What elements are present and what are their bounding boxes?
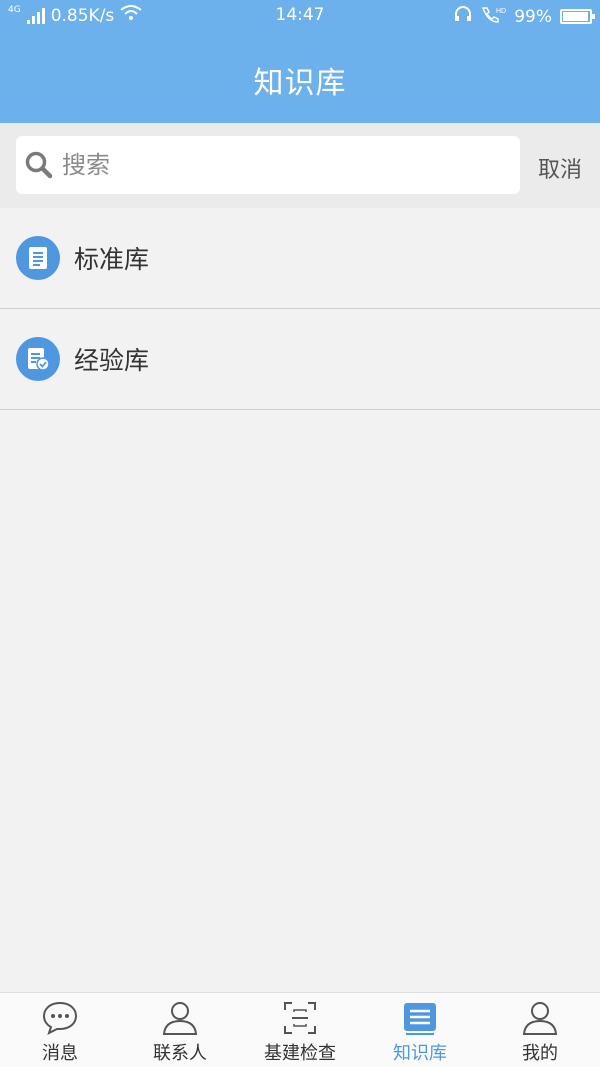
cancel-button[interactable]: 取消	[538, 152, 582, 184]
checked-document-icon	[16, 337, 60, 381]
bottom-tab-bar: 消息 联系人 基建检查 知识库 我的	[0, 992, 600, 1067]
list-item-standard-library[interactable]: 标准库	[0, 208, 600, 309]
knowledge-list: 标准库 经验库	[0, 208, 600, 410]
person-icon	[160, 999, 200, 1037]
app-header: 4G 0.85K/s 14:47 HD 99% 知识库	[0, 0, 600, 123]
search-input[interactable]	[62, 151, 462, 179]
tab-label: 我的	[522, 1043, 558, 1064]
search-icon	[24, 150, 54, 180]
scan-icon	[280, 999, 320, 1037]
list-item-experience-library[interactable]: 经验库	[0, 309, 600, 410]
tab-label: 基建检查	[264, 1043, 336, 1064]
hd-call-icon: HD	[480, 5, 506, 28]
status-bar: 4G 0.85K/s 14:47 HD 99%	[0, 0, 600, 32]
tab-knowledge-base[interactable]: 知识库	[360, 993, 480, 1067]
search-bar: 取消	[0, 123, 600, 208]
chat-bubble-icon	[40, 999, 80, 1037]
tab-label: 知识库	[393, 1043, 447, 1064]
headphones-icon	[454, 6, 472, 27]
tab-contacts[interactable]: 联系人	[120, 993, 240, 1067]
document-icon	[16, 236, 60, 280]
page-title: 知识库	[253, 66, 347, 101]
svg-text:HD: HD	[496, 8, 506, 15]
list-item-label: 经验库	[74, 346, 150, 375]
tab-inspection[interactable]: 基建检查	[240, 993, 360, 1067]
search-box[interactable]	[16, 136, 520, 194]
tab-mine[interactable]: 我的	[480, 993, 600, 1067]
tab-label: 联系人	[153, 1043, 207, 1064]
battery-level: 99%	[514, 6, 552, 27]
list-icon	[400, 999, 440, 1037]
tab-messages[interactable]: 消息	[0, 993, 120, 1067]
list-item-label: 标准库	[74, 245, 150, 274]
user-icon	[520, 999, 560, 1037]
tab-label: 消息	[42, 1043, 78, 1064]
battery-icon	[560, 9, 595, 24]
clock: 14:47	[275, 5, 325, 25]
